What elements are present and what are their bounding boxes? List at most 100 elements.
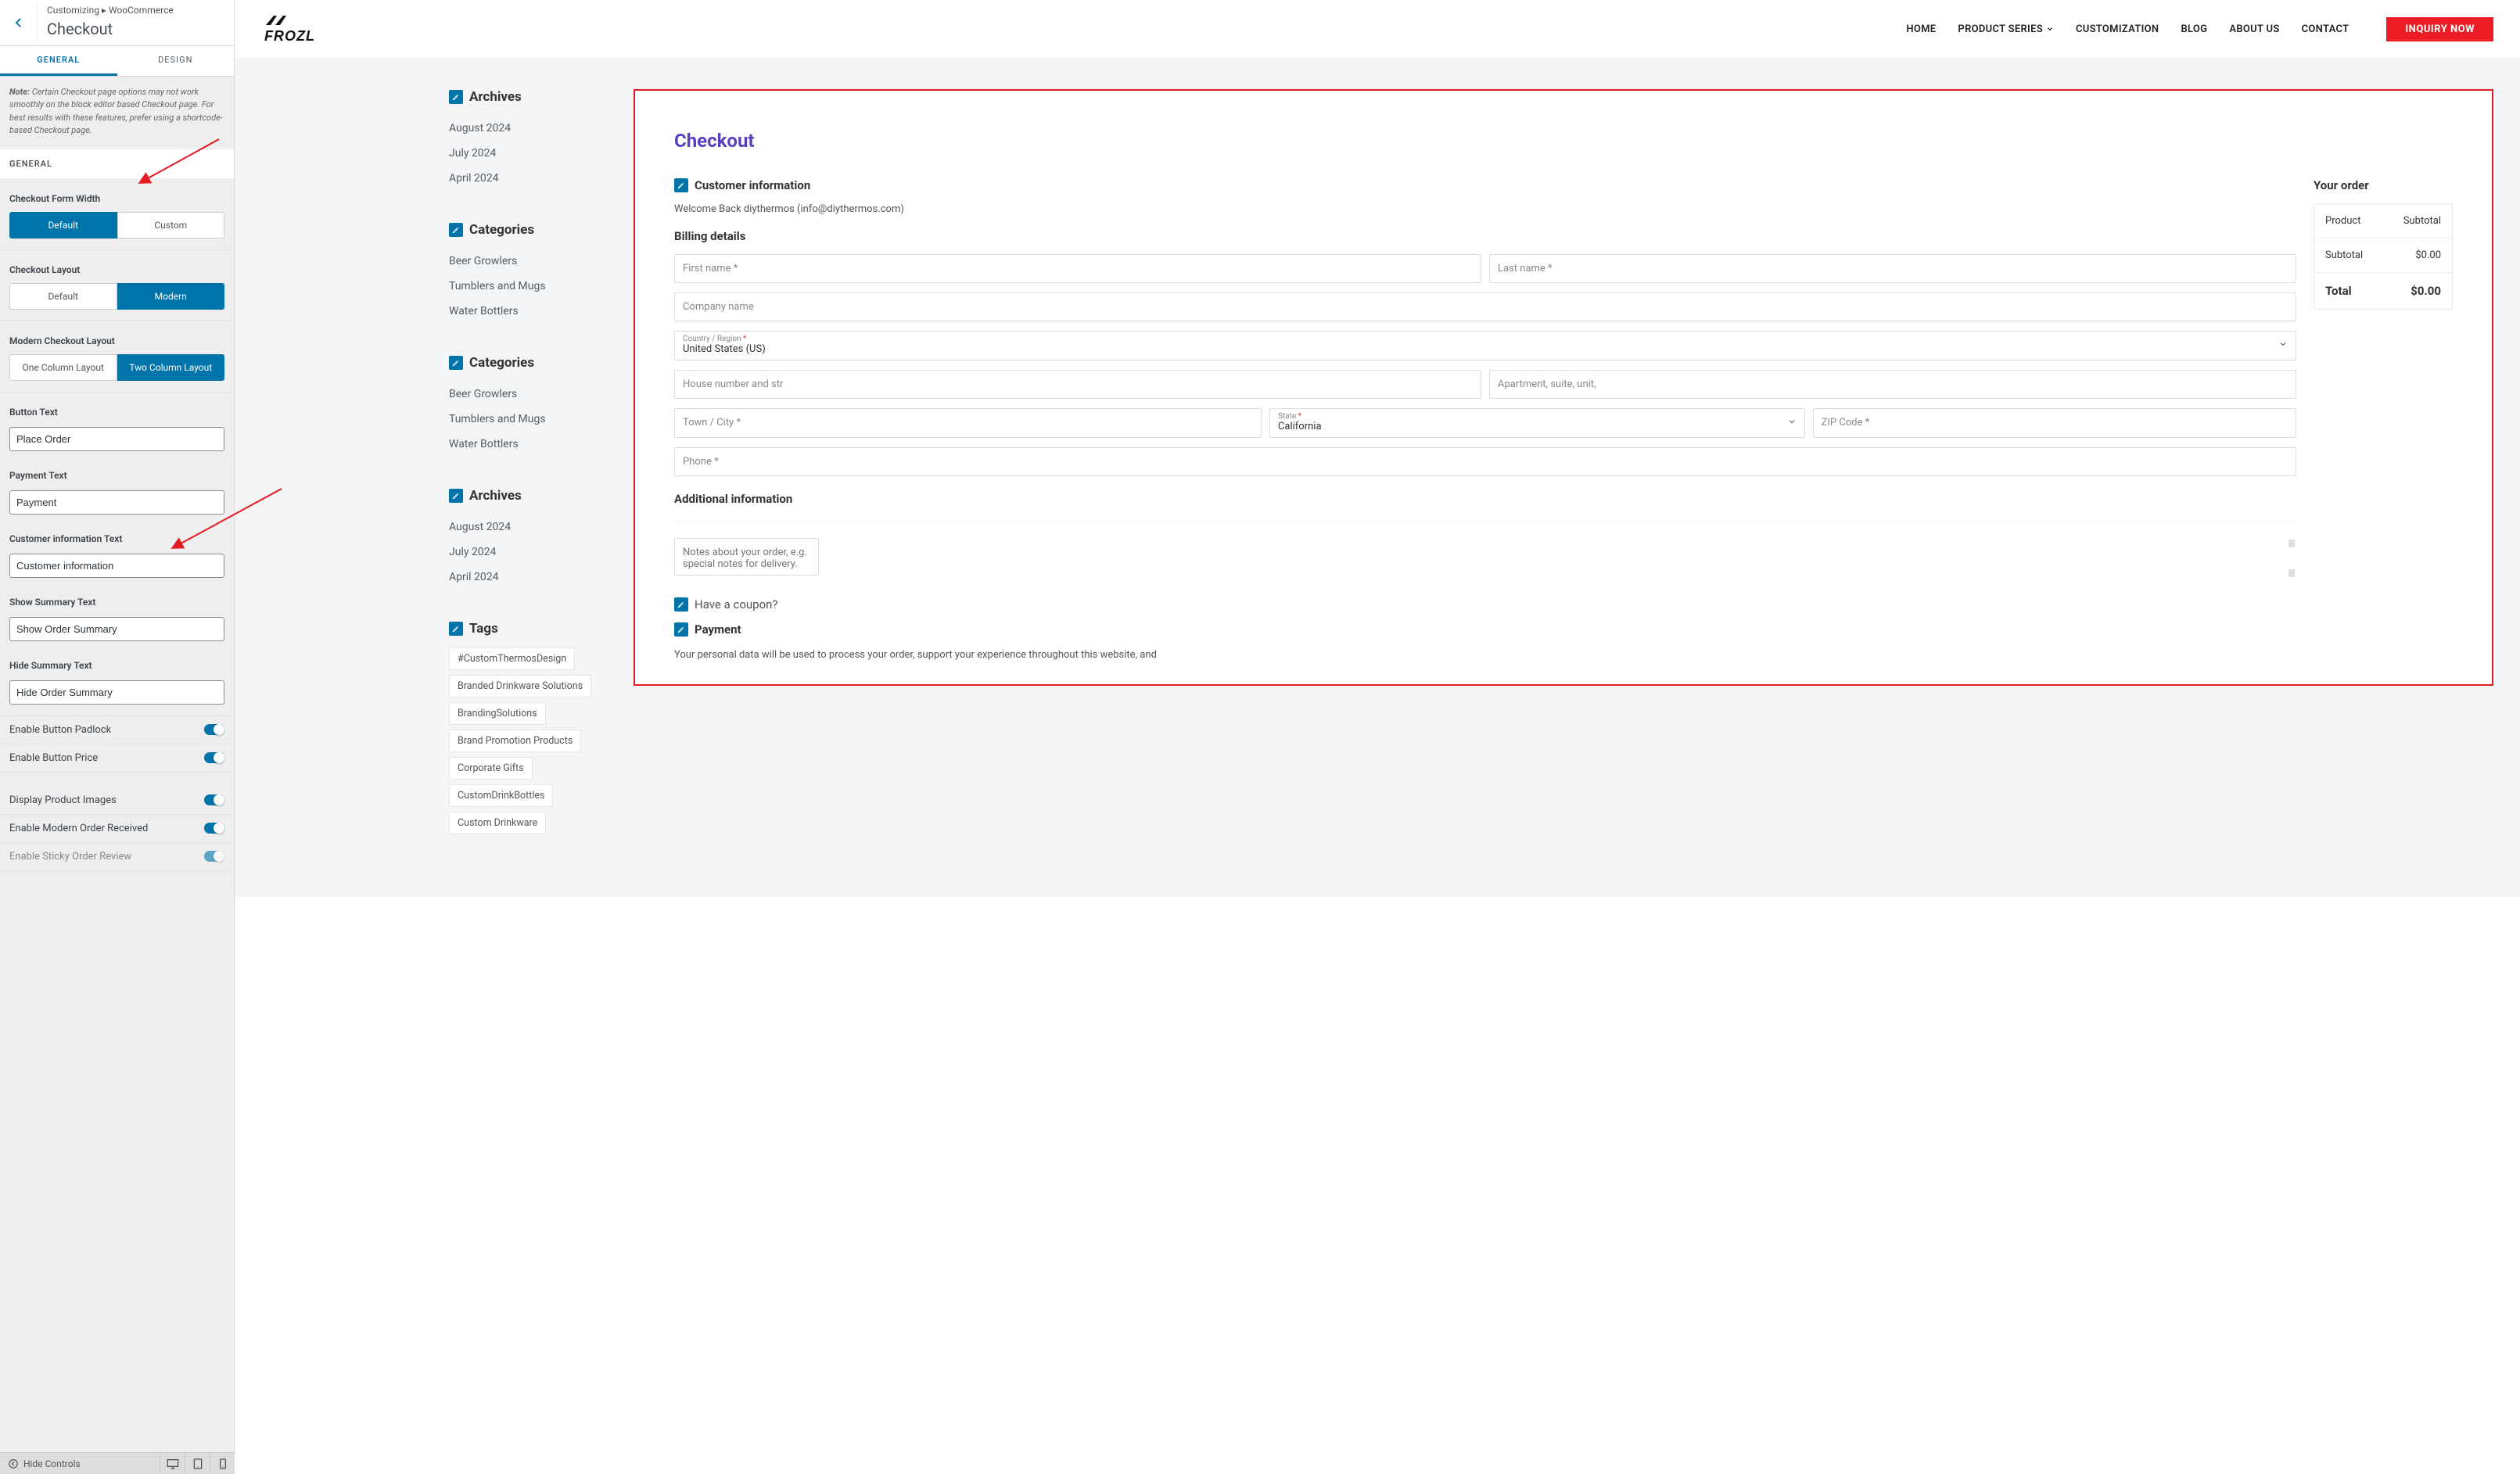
option-hide-summary-text: Hide Summary Text bbox=[0, 646, 234, 716]
device-desktop-button[interactable] bbox=[160, 1453, 185, 1474]
input-customer-info-text[interactable] bbox=[9, 554, 224, 578]
edit-widget-button[interactable] bbox=[449, 489, 463, 503]
option-checkout-layout: Checkout Layout Default Modern bbox=[0, 250, 234, 321]
label-customer-info-text: Customer information Text bbox=[9, 525, 224, 552]
checkout-card: Checkout Customer information Welcome Ba… bbox=[634, 89, 2493, 686]
category-item[interactable]: Beer Growlers bbox=[449, 249, 613, 274]
preview-pane: FROZL HOME PRODUCT SERIES CUSTOMIZATION … bbox=[235, 0, 2520, 897]
order-row-total: Total $0.00 bbox=[2314, 273, 2452, 309]
textarea-scrollbar[interactable] bbox=[2288, 540, 2295, 577]
country-value: United States (US) bbox=[683, 343, 766, 355]
phone-field[interactable]: Phone * bbox=[674, 447, 2296, 476]
layout-modern[interactable]: Modern bbox=[117, 283, 225, 310]
widget-categories-2: Categories Beer Growlers Tumblers and Mu… bbox=[449, 355, 613, 457]
order-row-header: Product Subtotal bbox=[2314, 204, 2452, 238]
order-total-label: Total bbox=[2325, 284, 2352, 298]
modern-one-column[interactable]: One Column Layout bbox=[9, 354, 117, 381]
pencil-icon bbox=[452, 93, 460, 101]
layout-default[interactable]: Default bbox=[9, 283, 117, 310]
tag-item[interactable]: BrandingSolutions bbox=[449, 702, 546, 725]
nav-blog[interactable]: BLOG bbox=[2181, 23, 2207, 35]
pencil-icon bbox=[677, 181, 685, 189]
note-bold: Note: bbox=[9, 87, 30, 97]
category-item[interactable]: Water Bottlers bbox=[449, 299, 613, 324]
device-tablet-button[interactable] bbox=[185, 1453, 210, 1474]
input-show-summary-text[interactable] bbox=[9, 617, 224, 641]
modern-two-column[interactable]: Two Column Layout bbox=[117, 354, 225, 381]
category-item[interactable]: Tumblers and Mugs bbox=[449, 407, 613, 432]
hide-controls-button[interactable]: Hide Controls bbox=[0, 1458, 160, 1469]
form-width-default[interactable]: Default bbox=[9, 212, 117, 238]
state-mini-label: State bbox=[1278, 412, 1298, 421]
input-hide-summary-text[interactable] bbox=[9, 680, 224, 705]
toggle-modern-received[interactable] bbox=[204, 823, 224, 834]
apartment-field[interactable]: Apartment, suite, unit, bbox=[1489, 370, 2296, 399]
widget-archives-2: Archives August 2024 July 2024 April 202… bbox=[449, 488, 613, 590]
nav-product-series[interactable]: PRODUCT SERIES bbox=[1958, 23, 2054, 35]
category-item[interactable]: Water Bottlers bbox=[449, 432, 613, 457]
toggle-padlock[interactable] bbox=[204, 724, 224, 735]
archive-item[interactable]: August 2024 bbox=[449, 116, 613, 141]
note-text: Certain Checkout page options may not wo… bbox=[9, 87, 223, 136]
country-select[interactable]: Country / Region * United States (US) bbox=[674, 331, 2296, 360]
toggle-price[interactable] bbox=[204, 752, 224, 763]
toggle-sticky[interactable] bbox=[204, 851, 224, 862]
back-button[interactable] bbox=[0, 4, 38, 41]
street-field[interactable]: House number and str bbox=[674, 370, 1481, 399]
nav-home[interactable]: HOME bbox=[1906, 23, 1936, 35]
edit-widget-button[interactable] bbox=[449, 356, 463, 370]
coupon-heading[interactable]: Have a coupon? bbox=[674, 597, 2296, 611]
nav-contact[interactable]: CONTACT bbox=[2302, 23, 2349, 35]
zip-field[interactable]: ZIP Code * bbox=[1813, 408, 2296, 438]
tab-general[interactable]: GENERAL bbox=[0, 46, 117, 76]
state-select[interactable]: State * California bbox=[1269, 408, 1805, 438]
hide-controls-label: Hide Controls bbox=[23, 1458, 81, 1469]
toggle-images[interactable] bbox=[204, 794, 224, 805]
pencil-icon bbox=[452, 359, 460, 367]
edit-shortcut-button[interactable] bbox=[674, 622, 688, 637]
archive-item[interactable]: July 2024 bbox=[449, 540, 613, 565]
inquiry-button[interactable]: INQUIRY NOW bbox=[2386, 17, 2493, 41]
form-width-custom[interactable]: Custom bbox=[117, 212, 225, 238]
note-box: Note: Certain Checkout page options may … bbox=[0, 77, 234, 149]
site-topbar: FROZL HOME PRODUCT SERIES CUSTOMIZATION … bbox=[235, 0, 2520, 58]
tag-item[interactable]: #CustomThermosDesign bbox=[449, 647, 575, 670]
city-field[interactable]: Town / City * bbox=[674, 408, 1262, 438]
tag-item[interactable]: Custom Drinkware bbox=[449, 812, 546, 834]
company-field[interactable]: Company name bbox=[674, 292, 2296, 321]
toggle-modern-received-label: Enable Modern Order Received bbox=[9, 823, 148, 834]
edit-shortcut-button[interactable] bbox=[674, 597, 688, 611]
category-item[interactable]: Beer Growlers bbox=[449, 382, 613, 407]
form-width-group: Default Custom bbox=[9, 212, 224, 238]
nav-customization[interactable]: CUSTOMIZATION bbox=[2076, 23, 2159, 35]
archive-item[interactable]: July 2024 bbox=[449, 141, 613, 166]
order-product-header: Product bbox=[2325, 215, 2360, 227]
category-item[interactable]: Tumblers and Mugs bbox=[449, 274, 613, 299]
label-hide-summary-text: Hide Summary Text bbox=[9, 652, 224, 679]
tag-item[interactable]: Brand Promotion Products bbox=[449, 730, 581, 752]
site-logo[interactable]: FROZL bbox=[264, 14, 315, 45]
edit-widget-button[interactable] bbox=[449, 90, 463, 104]
input-button-text[interactable] bbox=[9, 427, 224, 451]
tab-design[interactable]: DESIGN bbox=[117, 46, 235, 76]
tag-item[interactable]: Branded Drinkware Solutions bbox=[449, 675, 591, 698]
archive-item[interactable]: April 2024 bbox=[449, 565, 613, 590]
last-name-field[interactable]: Last name * bbox=[1489, 254, 2296, 283]
device-mobile-button[interactable] bbox=[210, 1453, 235, 1474]
tag-item[interactable]: CustomDrinkBottles bbox=[449, 784, 553, 807]
pencil-icon bbox=[677, 601, 685, 608]
tag-item[interactable]: Corporate Gifts bbox=[449, 757, 533, 780]
option-button-text: Button Text bbox=[0, 393, 234, 456]
input-payment-text[interactable] bbox=[9, 490, 224, 515]
archive-item[interactable]: April 2024 bbox=[449, 166, 613, 191]
nav-about[interactable]: ABOUT US bbox=[2229, 23, 2279, 35]
sidebar-header: Customizing ▸ WooCommerce Checkout bbox=[0, 0, 234, 46]
edit-widget-button[interactable] bbox=[449, 223, 463, 237]
order-notes-field[interactable] bbox=[674, 538, 819, 576]
edit-widget-button[interactable] bbox=[449, 622, 463, 636]
breadcrumb-path: Customizing ▸ WooCommerce bbox=[47, 5, 224, 17]
main-nav: HOME PRODUCT SERIES CUSTOMIZATION BLOG A… bbox=[1906, 17, 2493, 41]
archive-item[interactable]: August 2024 bbox=[449, 515, 613, 540]
first-name-field[interactable]: First name * bbox=[674, 254, 1481, 283]
edit-shortcut-button[interactable] bbox=[674, 178, 688, 192]
